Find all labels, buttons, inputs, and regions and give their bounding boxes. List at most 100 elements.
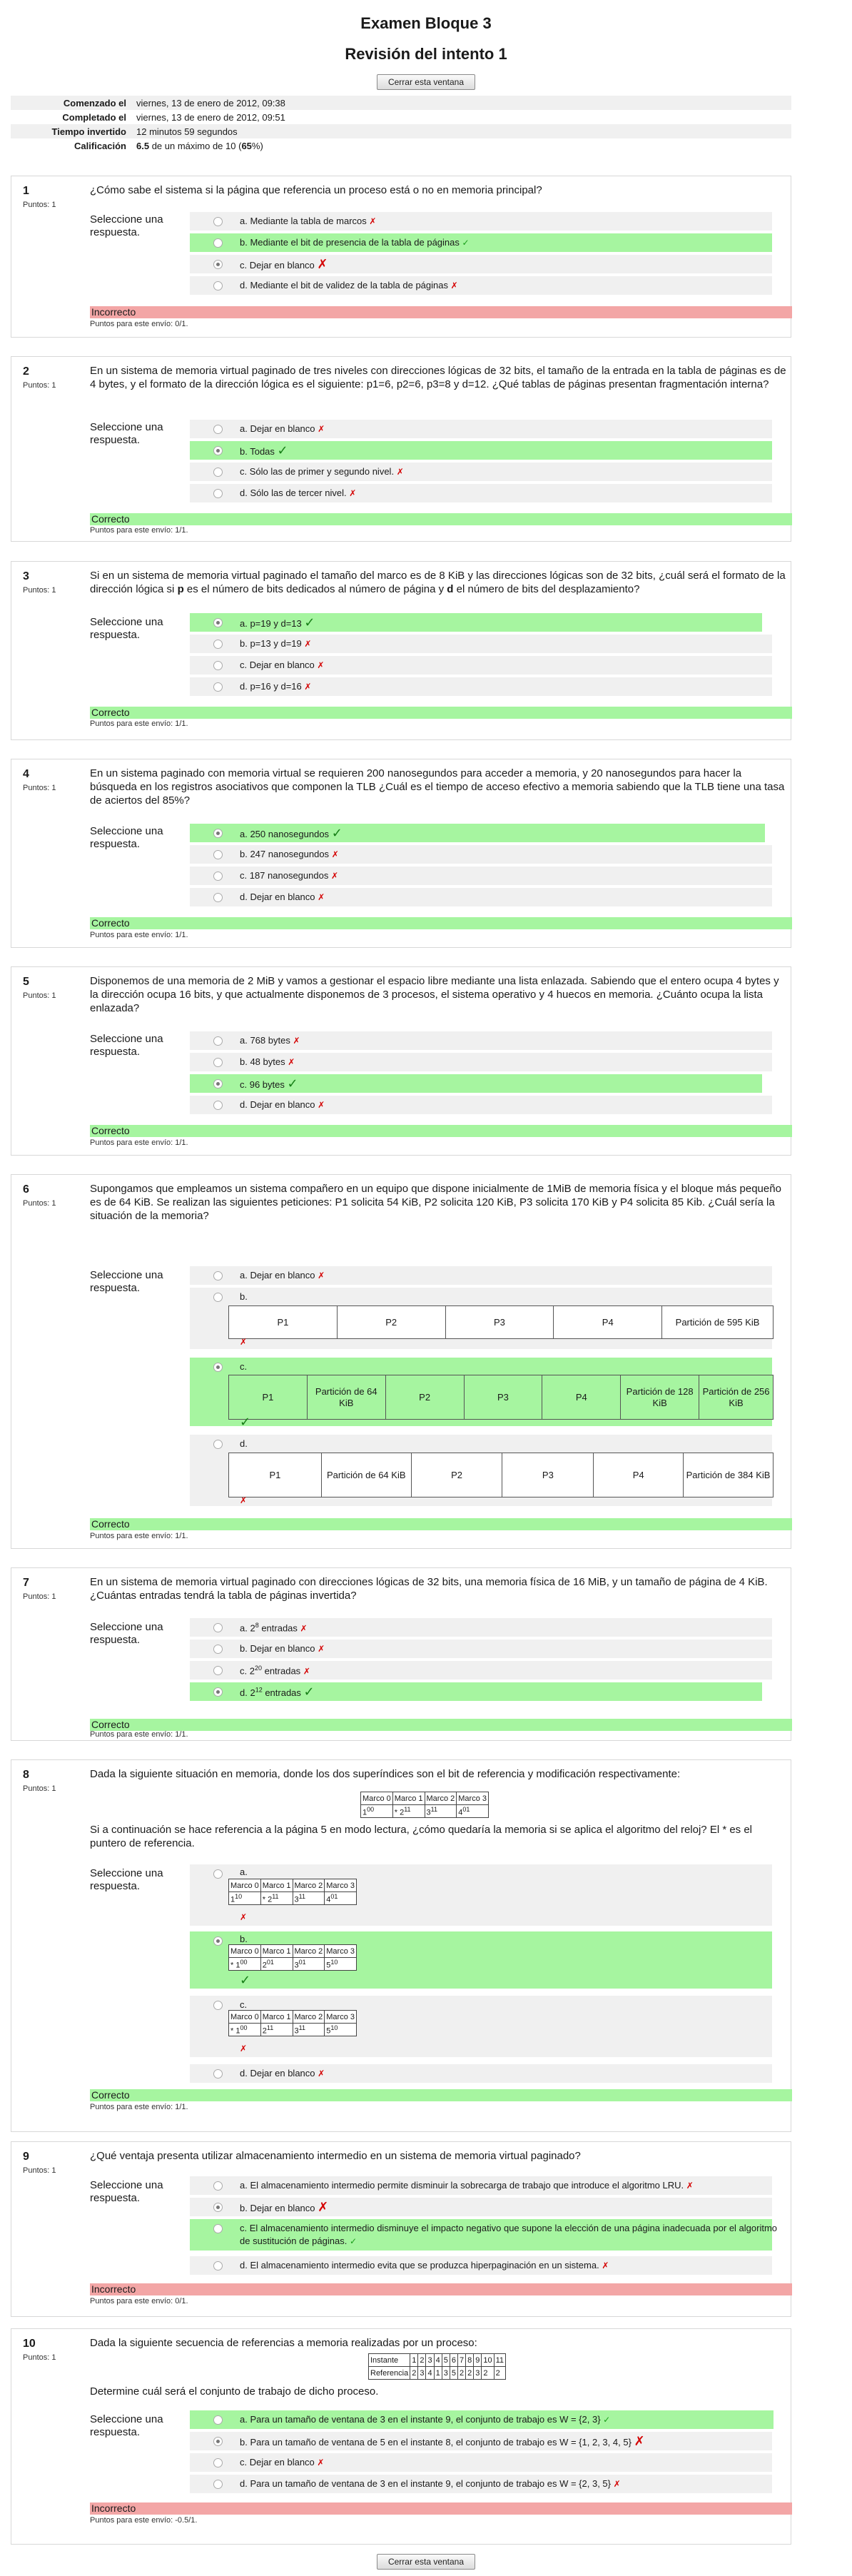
review-page: Examen Bloque 3 Revisión del intento 1 C… bbox=[0, 0, 852, 2576]
radio-a[interactable] bbox=[213, 217, 223, 226]
radio-c[interactable] bbox=[213, 468, 223, 477]
option-label: d. Dejar en blanco ✗ bbox=[240, 892, 325, 902]
option-a-label: a. Dejar en blanco bbox=[240, 423, 315, 434]
partition-cell: P2 bbox=[336, 1305, 446, 1339]
frame-cell: * 100 bbox=[228, 2023, 261, 2036]
radio-d[interactable] bbox=[213, 682, 223, 692]
instant-cell: 8 bbox=[465, 2353, 475, 2367]
radio-b[interactable] bbox=[213, 2203, 223, 2212]
radio-a[interactable] bbox=[213, 425, 223, 434]
radio-c[interactable] bbox=[213, 1666, 223, 1675]
frame-cell: 401 bbox=[456, 1804, 489, 1818]
radio-a[interactable] bbox=[213, 618, 223, 627]
question-text-2: Determine cuál será el conjunto de traba… bbox=[90, 2385, 379, 2398]
answer-prompt: Seleccione una respuesta. bbox=[90, 616, 163, 641]
radio-a[interactable] bbox=[213, 829, 223, 838]
bits: 10 bbox=[330, 1958, 338, 1966]
radio-d[interactable] bbox=[213, 2480, 223, 2489]
frame-cell: 311 bbox=[292, 1891, 325, 1905]
cross-icon: ✗ bbox=[240, 1495, 248, 1505]
bits: 10 bbox=[235, 1892, 243, 1900]
instant-cell: 5 bbox=[441, 2353, 450, 2367]
cross-icon: ✗ bbox=[330, 871, 339, 881]
cross-icon: ✗ bbox=[349, 488, 357, 498]
frame-header: Marco 2 bbox=[292, 1944, 325, 1958]
radio-b[interactable] bbox=[213, 1645, 223, 1654]
cross-icon: ✗ bbox=[450, 281, 458, 291]
radio-d[interactable] bbox=[213, 1101, 223, 1110]
verdict-correct: Correcto bbox=[90, 2089, 792, 2101]
bits: 01 bbox=[462, 1805, 470, 1813]
radio-a[interactable] bbox=[213, 1623, 223, 1632]
instant-cell: 10 bbox=[481, 2353, 495, 2367]
answer-prompt: Seleccione una respuesta. bbox=[90, 2413, 163, 2438]
option-c-label: c. Dejar en blanco bbox=[240, 2457, 315, 2468]
partition-cell: P3 bbox=[502, 1453, 594, 1497]
radio-b[interactable] bbox=[213, 2437, 223, 2446]
close-window-button-bottom[interactable]: Cerrar esta ventana bbox=[377, 2554, 475, 2570]
partition-cell: P3 bbox=[445, 1305, 554, 1339]
frame-header: Marco 1 bbox=[260, 1879, 293, 1892]
radio-b[interactable] bbox=[213, 640, 223, 649]
radio-a[interactable] bbox=[213, 1869, 223, 1879]
summary-row: Completado el viernes, 13 de enero de 201… bbox=[11, 110, 791, 124]
option-label: d. p=16 y d=16 ✗ bbox=[240, 681, 311, 692]
cross-icon: ✗ bbox=[331, 849, 339, 859]
radio-b[interactable] bbox=[213, 446, 223, 455]
cross-icon: ✗ bbox=[369, 216, 377, 226]
frame-cell: 110 bbox=[228, 1891, 261, 1905]
bits: 01 bbox=[330, 1892, 338, 1900]
instant-cell: 1 bbox=[410, 2353, 419, 2367]
option-a-table: Marco 0 Marco 1 Marco 2 Marco 3 110 * 211 3… bbox=[228, 1879, 357, 1905]
radio-d[interactable] bbox=[213, 2261, 223, 2271]
radio-b[interactable] bbox=[213, 1058, 223, 1067]
radio-d[interactable] bbox=[213, 2069, 223, 2079]
instant-cell: 7 bbox=[457, 2353, 467, 2367]
option-c-label: c. 96 bytes bbox=[240, 1079, 285, 1090]
option-label: c. Dejar en blanco ✗ bbox=[240, 2457, 324, 2468]
radio-c[interactable] bbox=[213, 872, 223, 881]
radio-d[interactable] bbox=[213, 1440, 223, 1449]
radio-b[interactable] bbox=[213, 1936, 223, 1946]
radio-d[interactable] bbox=[213, 893, 223, 902]
frame-cell: 311 bbox=[292, 2023, 325, 2036]
option-d-label: d. bbox=[240, 1438, 248, 1449]
close-window-button-top[interactable]: Cerrar esta ventana bbox=[377, 74, 475, 90]
frame-cell: * 211 bbox=[260, 1891, 293, 1905]
option-b-label: b. p=13 y d=19 bbox=[240, 638, 302, 649]
radio-b[interactable] bbox=[213, 850, 223, 859]
radio-c[interactable] bbox=[213, 2001, 223, 2010]
check-icon: ✓ bbox=[331, 826, 343, 841]
question-text: Dada la siguiente secuencia de referenci… bbox=[90, 2337, 477, 2349]
radio-d[interactable] bbox=[213, 281, 223, 291]
radio-a[interactable] bbox=[213, 1036, 223, 1046]
cross-icon: ✗ bbox=[304, 639, 312, 649]
radio-a[interactable] bbox=[213, 2415, 223, 2425]
radio-a[interactable] bbox=[213, 2181, 223, 2191]
page-number: * 2 bbox=[262, 1895, 273, 1904]
question-5: 5 Puntos: 1 Disponemos de una memoria de… bbox=[11, 966, 792, 1156]
verdict-correct: Correcto bbox=[90, 513, 792, 525]
option-label: b. Dejar en blanco ✗ bbox=[240, 2200, 328, 2215]
option-label: c. Dejar en blanco ✗ bbox=[240, 257, 328, 272]
option-label: d. Dejar en blanco ✗ bbox=[240, 1099, 325, 1110]
radio-c[interactable] bbox=[213, 661, 223, 670]
option-label: a. Para un tamaño de ventana de 3 en el … bbox=[240, 2414, 610, 2425]
question-grade: Puntos: 1 bbox=[23, 586, 56, 595]
bits: 00 bbox=[367, 1805, 375, 1813]
option-label: b. 247 nanosegundos ✗ bbox=[240, 849, 339, 859]
radio-c[interactable] bbox=[213, 1079, 223, 1089]
radio-b[interactable] bbox=[213, 1293, 223, 1302]
radio-c[interactable] bbox=[213, 260, 223, 269]
option-b-label: b. Mediante el bit de presencia de la ta… bbox=[240, 237, 460, 248]
radio-d[interactable] bbox=[213, 1687, 223, 1697]
radio-c[interactable] bbox=[213, 2224, 223, 2233]
radio-c[interactable] bbox=[213, 1363, 223, 1372]
reference-cell: 5 bbox=[449, 2366, 458, 2380]
radio-a[interactable] bbox=[213, 1271, 223, 1281]
radio-c[interactable] bbox=[213, 2458, 223, 2468]
radio-d[interactable] bbox=[213, 489, 223, 498]
option-d-label: d. Dejar en blanco bbox=[240, 892, 315, 902]
question-grade: Puntos: 1 bbox=[23, 2353, 56, 2362]
radio-b[interactable] bbox=[213, 238, 223, 248]
